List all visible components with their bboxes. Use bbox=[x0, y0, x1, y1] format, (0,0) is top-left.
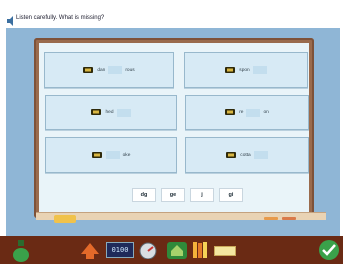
missing-letters-slot[interactable] bbox=[252, 66, 267, 74]
question-text: Listen carefully. What is missing? bbox=[16, 15, 105, 21]
missing-letters-slot[interactable] bbox=[246, 108, 261, 117]
arrow-up-icon[interactable] bbox=[80, 242, 100, 260]
word-card-6[interactable]: cotta bbox=[185, 137, 309, 173]
word-fragment: oke bbox=[122, 152, 131, 158]
potion-bottle-icon[interactable] bbox=[12, 240, 30, 262]
sponge-icon bbox=[54, 215, 76, 223]
word-fragment: on bbox=[263, 110, 269, 115]
word-card-3[interactable]: hed bbox=[45, 95, 177, 130]
whiteboard: dan rous spon hed re on oke cotta dg ge … bbox=[39, 43, 309, 213]
word-fragment: re bbox=[239, 110, 244, 115]
word-fragment: hed bbox=[105, 110, 114, 115]
choice-gi[interactable]: gi bbox=[219, 188, 243, 202]
word-card-4[interactable]: re on bbox=[185, 95, 309, 130]
word-fragment: spon bbox=[239, 67, 250, 73]
activity-stage: dan rous spon hed re on oke cotta dg ge … bbox=[6, 28, 340, 238]
score-counter-value: 0100 bbox=[111, 246, 129, 254]
progress-meter bbox=[214, 246, 236, 256]
sign-icon bbox=[225, 66, 236, 73]
word-fragment: cotta bbox=[240, 152, 251, 158]
word-fragment: dan bbox=[97, 67, 106, 73]
check-icon[interactable] bbox=[318, 239, 340, 261]
word-card-5[interactable]: oke bbox=[45, 137, 177, 173]
missing-letters-slot[interactable] bbox=[253, 151, 268, 159]
home-icon[interactable] bbox=[166, 240, 188, 260]
gauge-icon[interactable] bbox=[138, 241, 158, 259]
choice-j[interactable]: j bbox=[190, 188, 214, 202]
missing-letters-slot[interactable] bbox=[105, 151, 120, 159]
word-card-2[interactable]: spon bbox=[184, 52, 308, 88]
sign-icon bbox=[83, 66, 94, 73]
choice-ge[interactable]: ge bbox=[161, 188, 185, 202]
board-frame: dan rous spon hed re on oke cotta dg ge … bbox=[34, 38, 314, 218]
choice-dg[interactable]: dg bbox=[132, 188, 156, 202]
chalk-icon bbox=[264, 217, 278, 220]
word-fragment: rous bbox=[125, 67, 135, 73]
missing-letters-slot[interactable] bbox=[108, 66, 123, 74]
word-card-1[interactable]: dan rous bbox=[44, 52, 174, 88]
chalk-icon bbox=[282, 217, 296, 220]
sign-icon bbox=[91, 151, 102, 158]
sign-icon bbox=[225, 109, 236, 115]
footer-toolbar: 0100 bbox=[0, 236, 343, 264]
books-icon[interactable] bbox=[192, 240, 212, 260]
sign-icon bbox=[91, 109, 102, 115]
sign-icon bbox=[226, 151, 237, 158]
missing-letters-slot[interactable] bbox=[116, 108, 131, 117]
score-counter: 0100 bbox=[106, 242, 134, 258]
